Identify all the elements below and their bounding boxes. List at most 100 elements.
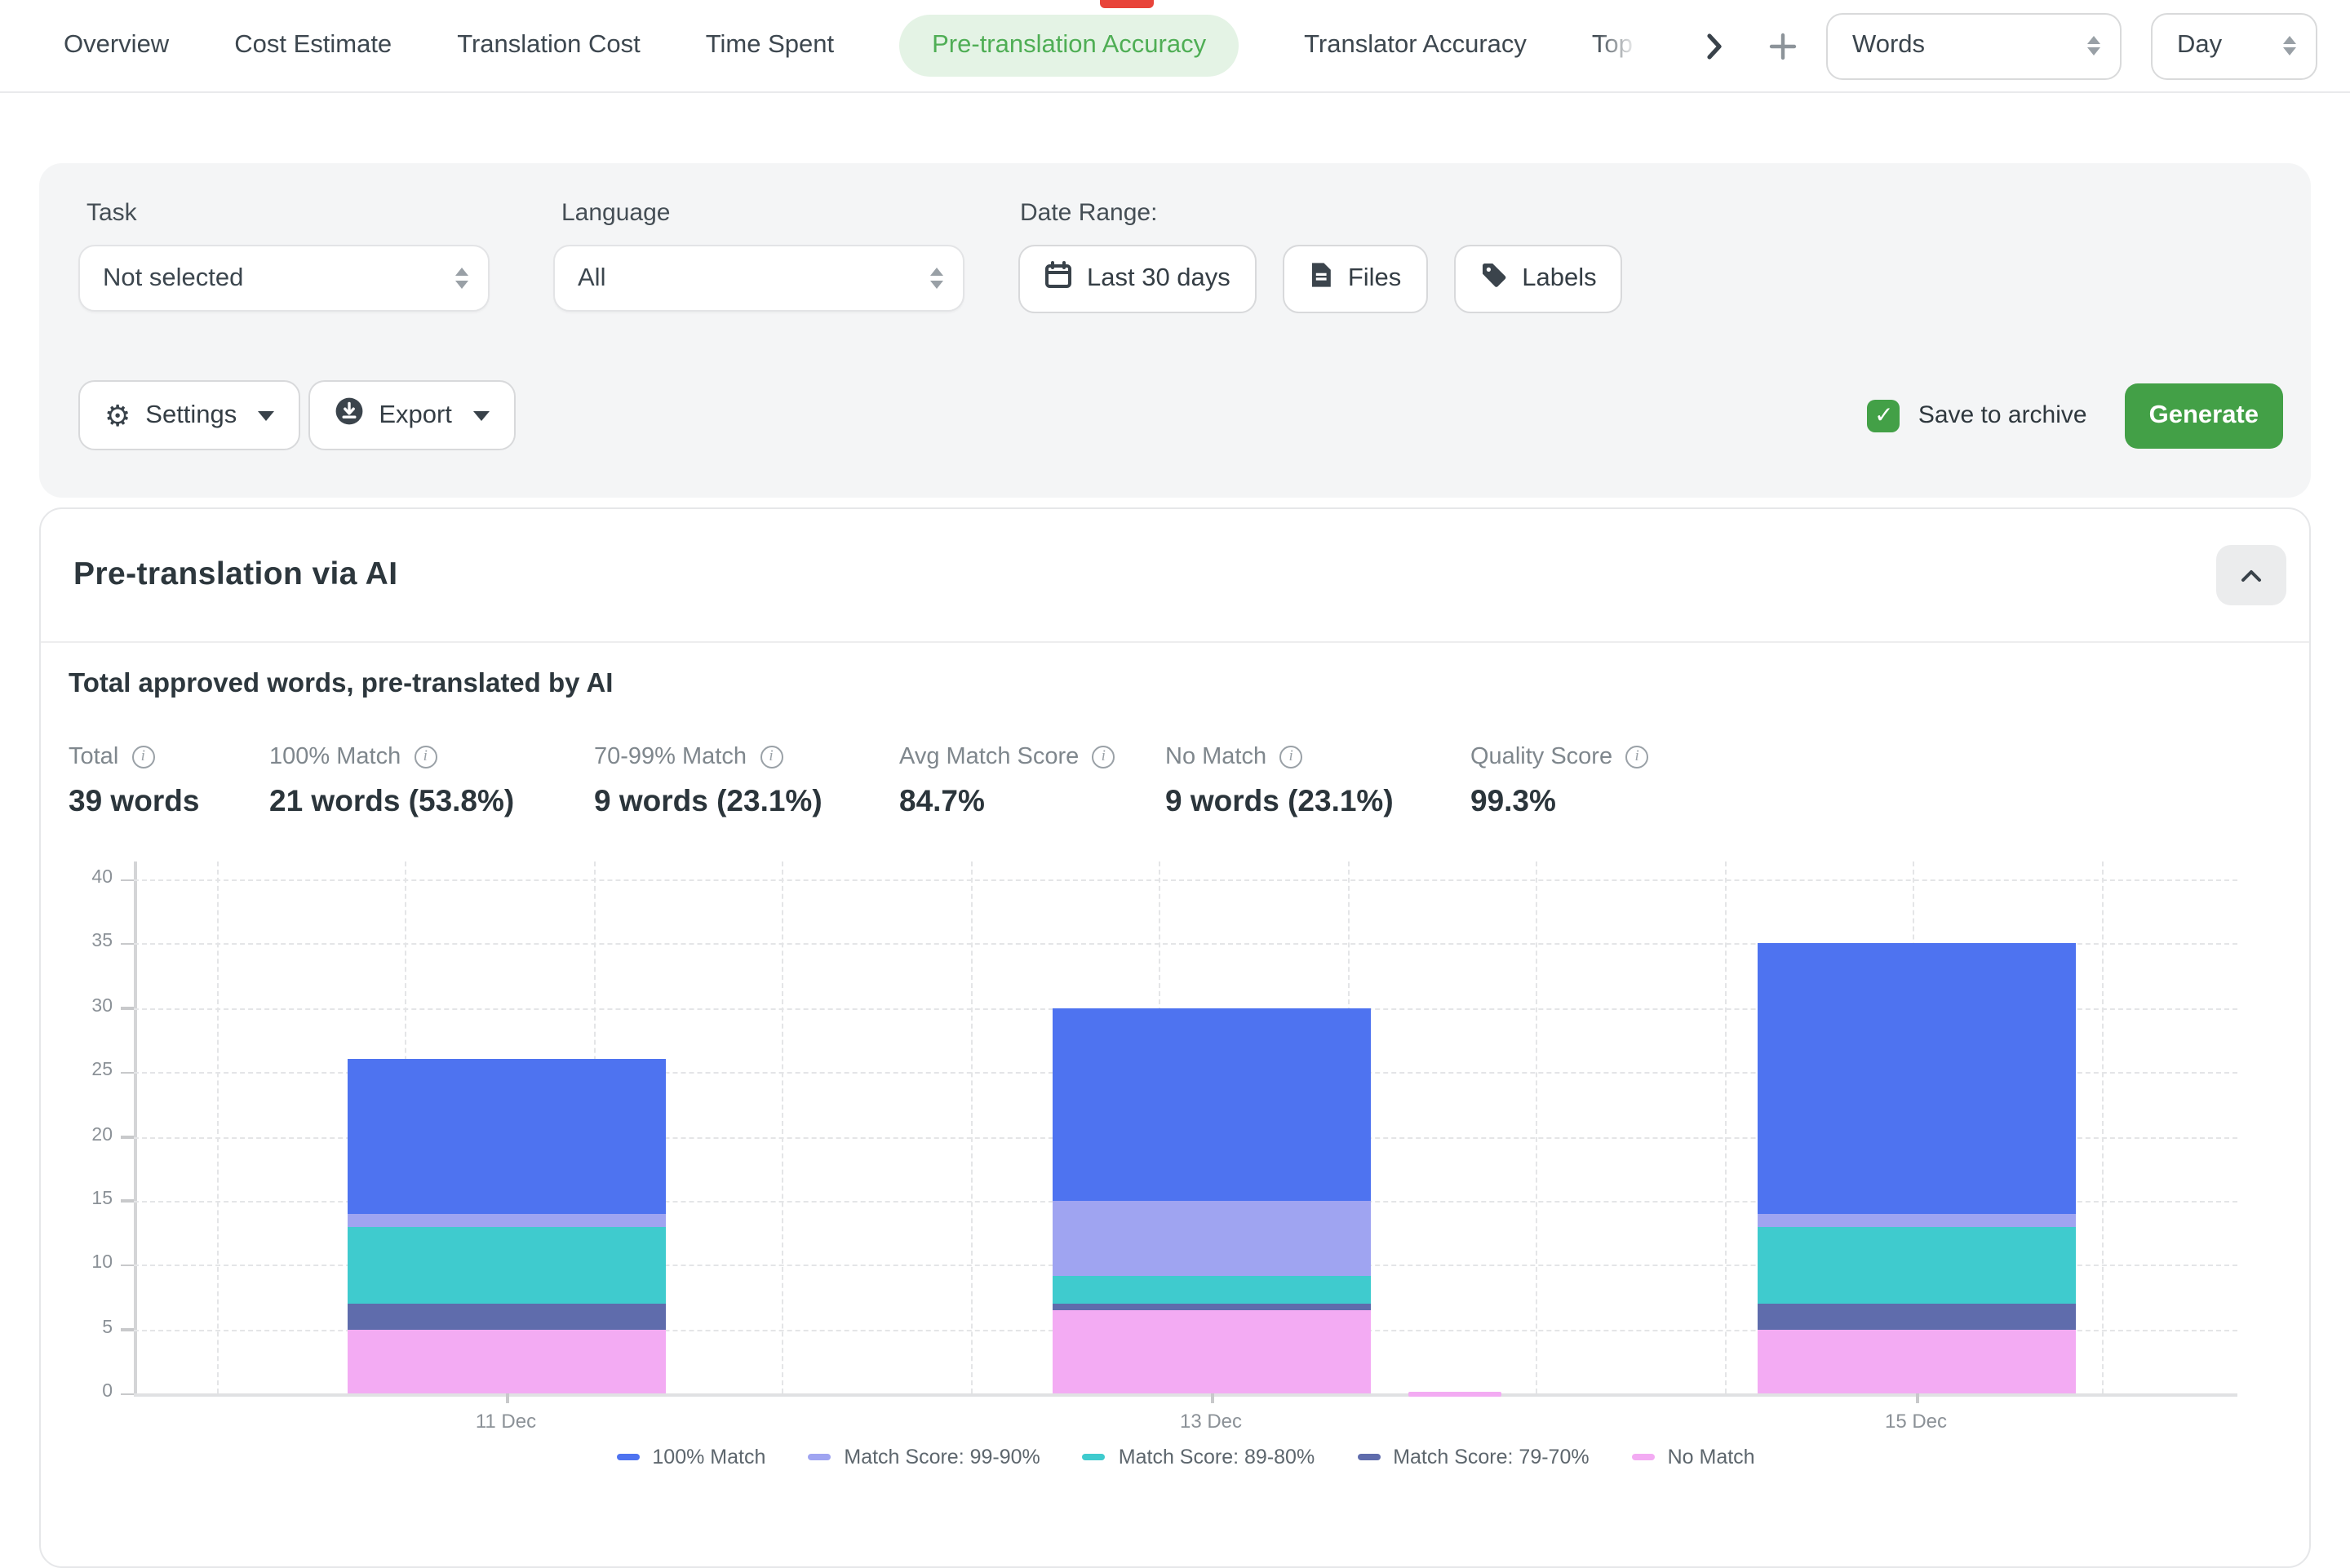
no-match-zero-bar (1408, 1392, 1501, 1396)
info-icon[interactable]: i (414, 746, 437, 768)
y-tick (121, 1071, 134, 1074)
bar-segment-match-score-99-90-[interactable] (1757, 1214, 2075, 1227)
stat-no-match-value: 9 words (23.1%) (1165, 783, 1470, 819)
legend-label: Match Score: 79-70% (1393, 1446, 1589, 1468)
stat-70-99-match: 70-99% Matchi 9 words (23.1%) (594, 744, 899, 819)
bar-segment-match-score-89-80-[interactable] (1052, 1275, 1370, 1304)
stat-100-match: 100% Matchi 21 words (53.8%) (269, 744, 594, 819)
stat-avg-match-score-value: 84.7% (899, 783, 1165, 819)
date-range-label: Date Range: (1020, 199, 1623, 227)
generate-button[interactable]: Generate (2125, 383, 2283, 448)
tab-translation-cost[interactable]: Translation Cost (457, 31, 641, 60)
y-tick (121, 1200, 134, 1203)
caret-down-icon (258, 410, 274, 420)
bar-15-dec[interactable] (1757, 944, 2075, 1393)
legend-item-match-score-89-80-[interactable]: Match Score: 89-80% (1083, 1446, 1315, 1468)
bar-13-dec[interactable] (1052, 1008, 1370, 1394)
bar-segment-match-score-79-70-[interactable] (347, 1304, 665, 1330)
y-tick (121, 1393, 134, 1395)
info-icon[interactable]: i (760, 746, 783, 768)
settings-button[interactable]: ⚙ Settings (78, 380, 300, 450)
card-title: Pre-translation via AI (73, 556, 397, 594)
stat-quality-score-value: 99.3% (1470, 783, 1648, 819)
bar-segment-100-match[interactable] (347, 1060, 665, 1214)
tabs-scroll-right-chevron-icon[interactable] (1706, 32, 1724, 60)
stat-no-match: No Matchi 9 words (23.1%) (1165, 744, 1470, 819)
y-tick-label: 0 (41, 1382, 113, 1402)
legend-label: Match Score: 99-90% (844, 1446, 1040, 1468)
stat-70-99-match-value: 9 words (23.1%) (594, 783, 899, 819)
info-icon[interactable]: i (131, 746, 154, 768)
unit-select-value: Words (1852, 31, 1925, 60)
labels-filter-button[interactable]: Labels (1453, 245, 1622, 313)
bar-segment-100-match[interactable] (1052, 1008, 1370, 1201)
period-select[interactable]: Day (2151, 12, 2317, 79)
task-select[interactable]: Not selected (78, 245, 490, 312)
bar-segment-match-score-79-70-[interactable] (1757, 1304, 2075, 1330)
calendar-icon (1044, 261, 1072, 297)
language-select-value: All (578, 264, 605, 293)
top-accent-bar (1100, 0, 1154, 8)
v-gridline (1724, 862, 1726, 1393)
legend-item-match-score-99-90-[interactable]: Match Score: 99-90% (808, 1446, 1040, 1468)
chart-section-title: Total approved words, pre-translated by … (69, 669, 2309, 705)
legend-label: 100% Match (652, 1446, 765, 1468)
info-icon[interactable]: i (1092, 746, 1115, 768)
pre-translation-report-card: Pre-translation via AI Total approved wo… (39, 507, 2311, 1568)
bar-segment-100-match[interactable] (1757, 944, 2075, 1214)
tab-overview[interactable]: Overview (64, 31, 169, 60)
tab-pre-translation-accuracy[interactable]: Pre-translation Accuracy (899, 15, 1239, 77)
y-tick-label: 5 (41, 1318, 113, 1337)
tab-top-overflow[interactable]: Top (1592, 31, 1641, 60)
bar-segment-match-score-89-80-[interactable] (1757, 1226, 2075, 1304)
collapse-panel-button[interactable] (2216, 545, 2286, 605)
select-updown-icon (2087, 36, 2100, 56)
bar-segment-match-score-79-70-[interactable] (1052, 1304, 1370, 1310)
report-filters-panel: Task Not selected Language All Date Rang… (39, 163, 2311, 498)
bar-segment-no-match[interactable] (347, 1329, 665, 1393)
language-select[interactable]: All (553, 245, 964, 312)
select-updown-icon (455, 268, 468, 289)
x-axis-line (134, 1393, 2237, 1396)
legend-item-100-match[interactable]: 100% Match (616, 1446, 765, 1468)
task-filter-group: Task Not selected (78, 199, 490, 312)
export-button[interactable]: Export (308, 380, 516, 450)
info-icon[interactable]: i (1279, 746, 1302, 768)
legend-marker (1632, 1455, 1655, 1460)
bar-segment-match-score-89-80-[interactable] (347, 1226, 665, 1304)
legend-item-match-score-79-70-[interactable]: Match Score: 79-70% (1357, 1446, 1589, 1468)
tab-translator-accuracy[interactable]: Translator Accuracy (1304, 31, 1527, 60)
bar-segment-match-score-99-90-[interactable] (347, 1214, 665, 1227)
bar-11-dec[interactable] (347, 1060, 665, 1394)
info-icon[interactable]: i (1625, 746, 1648, 768)
legend-marker (808, 1455, 831, 1460)
stat-total-value: 39 words (69, 783, 269, 819)
legend-marker (616, 1455, 639, 1460)
x-tick-label: 11 Dec (432, 1410, 579, 1433)
y-tick-label: 25 (41, 1061, 113, 1080)
chevron-up-icon (2241, 569, 2262, 582)
files-filter-button[interactable]: Files (1283, 245, 1427, 313)
date-range-button[interactable]: Last 30 days (1018, 245, 1257, 313)
tab-cost-estimate[interactable]: Cost Estimate (234, 31, 392, 60)
legend-marker (1083, 1455, 1106, 1460)
bar-segment-match-score-99-90-[interactable] (1052, 1201, 1370, 1275)
y-tick-label: 10 (41, 1254, 113, 1273)
tag-icon (1479, 261, 1507, 297)
stat-avg-match-score: Avg Match Scorei 84.7% (899, 744, 1165, 819)
bar-segment-no-match[interactable] (1052, 1310, 1370, 1393)
tab-time-spent[interactable]: Time Spent (706, 31, 834, 60)
stacked-bar-chart: 051015202530354011 Dec13 Dec15 Dec100% M… (41, 853, 2309, 1526)
add-report-plus-icon[interactable] (1769, 32, 1797, 60)
download-icon (335, 396, 364, 434)
gear-icon: ⚙ (104, 401, 131, 430)
save-to-archive-label: Save to archive (1918, 401, 2087, 429)
unit-select[interactable]: Words (1826, 12, 2122, 79)
bar-segment-no-match[interactable] (1757, 1329, 2075, 1393)
legend-item-no-match[interactable]: No Match (1632, 1446, 1755, 1468)
y-tick-label: 30 (41, 997, 113, 1017)
save-to-archive-checkbox[interactable]: ✓ (1868, 399, 1900, 432)
v-gridline (2101, 862, 2103, 1393)
y-tick-label: 40 (41, 868, 113, 888)
save-to-archive-toggle[interactable]: ✓ Save to archive (1868, 399, 2087, 432)
